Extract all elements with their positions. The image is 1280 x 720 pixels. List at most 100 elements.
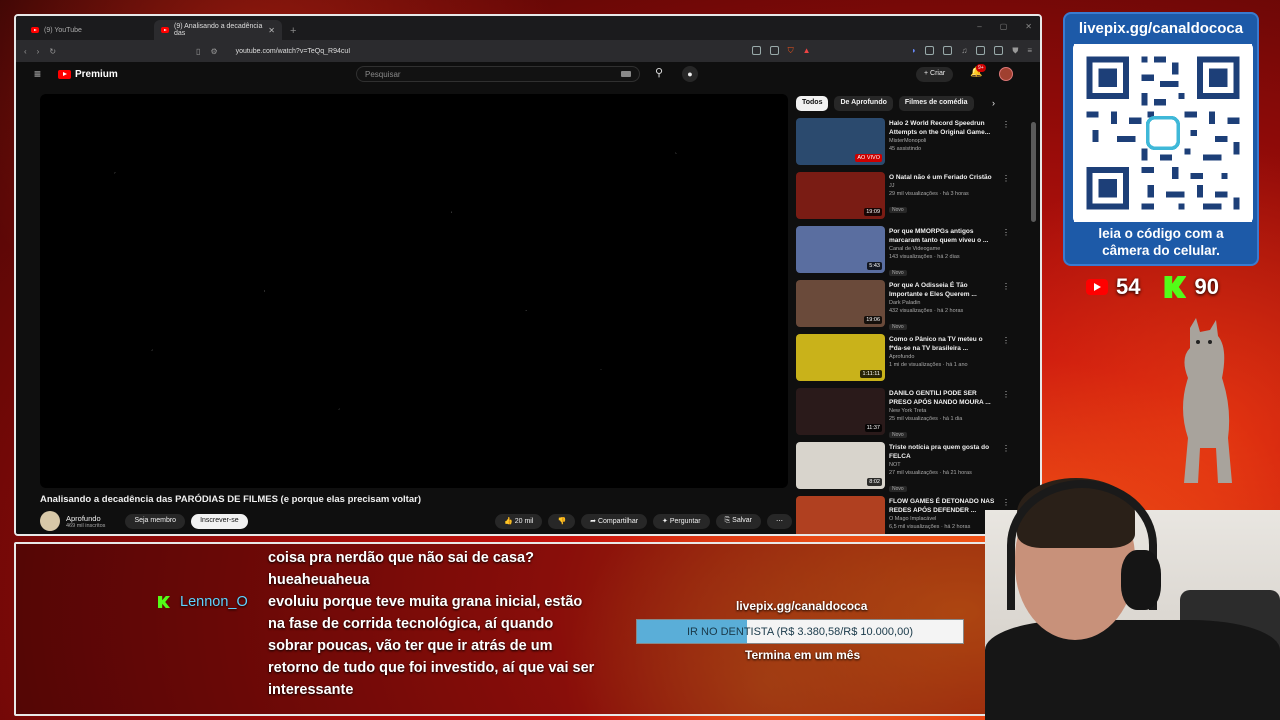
- more-actions-icon[interactable]: ⋯: [767, 513, 792, 529]
- recommendation-thumbnail[interactable]: 11:37: [796, 388, 885, 435]
- more-options-icon[interactable]: ⋮: [1002, 390, 1010, 399]
- recommendation-channel[interactable]: O Mago Implacável: [889, 515, 997, 523]
- recommendation-thumbnail[interactable]: AO VIVO: [796, 118, 885, 165]
- tab-youtube-home[interactable]: (9) YouTube: [24, 20, 152, 40]
- filter-chips: Todos De Aprofundo Filmes de comédia: [796, 96, 974, 111]
- brave-shield-icon[interactable]: ⛉: [788, 46, 794, 56]
- forward-icon[interactable]: ›: [37, 47, 40, 56]
- recommendation-title[interactable]: Como o Pânico na TV meteu o f*da-se na T…: [889, 335, 997, 353]
- share-icon[interactable]: [769, 46, 779, 55]
- speaker-icon[interactable]: ◗: [911, 46, 916, 56]
- notifications-bell-icon[interactable]: 🔔 9+: [970, 64, 986, 78]
- chip-todos[interactable]: Todos: [796, 96, 829, 111]
- bookmark-icon[interactable]: ▯: [196, 47, 200, 56]
- duration-badge: 19:06: [864, 316, 882, 324]
- recommendation-title[interactable]: O Natal não é um Feriado Cristão: [889, 173, 997, 182]
- recommendation-channel[interactable]: NOT: [889, 461, 997, 469]
- recommendation-thumbnail[interactable]: 8:02: [796, 442, 885, 489]
- subscribe-button[interactable]: Inscrever-se: [191, 513, 248, 529]
- new-tab-button[interactable]: +: [284, 25, 302, 37]
- more-options-icon[interactable]: ⋮: [1002, 336, 1010, 345]
- chevron-right-icon[interactable]: ›: [992, 98, 995, 108]
- share-button[interactable]: ➦ Compartilhar: [581, 513, 648, 529]
- tabs-icon[interactable]: [994, 46, 1004, 55]
- extensions-icon[interactable]: [925, 46, 935, 55]
- recommendation-item[interactable]: 11:37 DANILO GENTILI PODE SER PRESO APÓS …: [796, 388, 1010, 442]
- more-options-icon[interactable]: ⋮: [1002, 120, 1010, 129]
- save-button[interactable]: ⎘ Salvar: [715, 513, 761, 529]
- menu-icon[interactable]: ≡: [1027, 46, 1032, 56]
- reload-icon[interactable]: ↻: [49, 47, 56, 56]
- join-button[interactable]: Seja membro: [125, 513, 186, 529]
- recommendation-title[interactable]: Triste notícia pra quem gosta do FELCA: [889, 443, 997, 461]
- close-window-icon[interactable]: ✕: [1025, 22, 1032, 31]
- dislike-button[interactable]: 👎: [548, 513, 576, 529]
- more-options-icon[interactable]: ⋮: [1002, 282, 1010, 291]
- recommendation-item[interactable]: 19:06 Por que A Odisseia É Tão Importante…: [796, 280, 1010, 334]
- chip-filmes-de-comedia[interactable]: Filmes de comédia: [898, 96, 974, 111]
- recommendation-thumbnail[interactable]: 1:11:11: [796, 334, 885, 381]
- scrollbar[interactable]: [1031, 122, 1036, 222]
- vpn-icon[interactable]: ⛊: [1012, 46, 1018, 56]
- ask-button[interactable]: ✦ Perguntar: [653, 513, 710, 529]
- recommendation-thumbnail[interactable]: 5:43: [796, 226, 885, 273]
- channel-avatar[interactable]: [40, 511, 60, 531]
- kick-logo-icon: [158, 596, 170, 608]
- minimize-icon[interactable]: –: [977, 22, 981, 31]
- more-options-icon[interactable]: ⋮: [1002, 228, 1010, 237]
- recommendation-title[interactable]: DANILO GENTILI PODE SER PRESO APÓS NANDO…: [889, 389, 997, 407]
- close-tab-icon[interactable]: ✕: [268, 26, 275, 35]
- recommendation-title[interactable]: Por que A Odisseia É Tão Importante e El…: [889, 281, 997, 299]
- recommendation-channel[interactable]: New York Treta: [889, 407, 997, 415]
- site-info-icon[interactable]: ⚙: [210, 47, 217, 56]
- music-icon[interactable]: ♫: [961, 46, 967, 56]
- hamburger-menu-icon[interactable]: ≡: [34, 67, 48, 81]
- recommendation-channel[interactable]: JJ: [889, 182, 997, 190]
- recommendation-channel[interactable]: MisterMonopoli: [889, 137, 997, 145]
- notification-badge: 9+: [976, 64, 986, 72]
- recommendation-item[interactable]: AO VIVO Halo 2 World Record Speedrun Atte…: [796, 118, 1010, 172]
- recommendation-item[interactable]: 19:09 O Natal não é um Feriado Cristão JJ 2…: [796, 172, 1010, 226]
- recommendation-channel[interactable]: Aprofundo: [889, 353, 997, 361]
- recommendation-meta: 432 visualizações · há 2 horas: [889, 308, 964, 314]
- keyboard-icon[interactable]: [621, 71, 631, 77]
- back-icon[interactable]: ‹: [24, 47, 27, 56]
- channel-name[interactable]: Aprofundo: [66, 514, 105, 523]
- recommendation-channel[interactable]: Dark Paladin: [889, 299, 997, 307]
- recommendation-info: Por que A Odisseia É Tão Importante e El…: [889, 281, 997, 333]
- search-input[interactable]: Pesquisar: [356, 66, 640, 82]
- tab-current-video[interactable]: (9) Analisando a decadência das ✕: [154, 20, 282, 40]
- recommendation-item[interactable]: 1:11:11 Como o Pânico na TV meteu o f*da-…: [796, 334, 1010, 388]
- recommendation-item[interactable]: 8:02 Triste notícia pra quem gosta do FEL…: [796, 442, 1010, 496]
- youtube-logo-icon: [58, 69, 71, 79]
- rewards-icon[interactable]: ▲: [803, 46, 811, 56]
- goal-footer: Termina em um mês: [745, 648, 861, 662]
- youtube-logo[interactable]: Premium: [58, 69, 118, 80]
- like-button[interactable]: 👍 20 mil: [495, 513, 543, 529]
- more-options-icon[interactable]: ⋮: [1002, 444, 1010, 453]
- recommendation-thumbnail[interactable]: 19:09: [796, 172, 885, 219]
- recommendation-item[interactable]: 5:43 Por que MMORPGs antigos marcaram tan…: [796, 226, 1010, 280]
- recommendation-title[interactable]: Halo 2 World Record Speedrun Attempts on…: [889, 119, 997, 137]
- wallet-icon[interactable]: [943, 46, 953, 55]
- recommendation-title[interactable]: Por que MMORPGs antigos marcaram tanto q…: [889, 227, 997, 245]
- video-player[interactable]: [40, 94, 788, 488]
- sidebar-icon[interactable]: [976, 46, 986, 55]
- more-options-icon[interactable]: ⋮: [1002, 174, 1010, 183]
- window-controls: – ▢ ✕: [977, 22, 1032, 31]
- cast-icon[interactable]: [751, 46, 761, 55]
- recommendation-thumbnail[interactable]: [796, 496, 885, 534]
- recommendation-thumbnail[interactable]: 19:06: [796, 280, 885, 327]
- recommendation-item[interactable]: FLOW GAMES É DETONADO NAS REDES APÓS DEF…: [796, 496, 1010, 534]
- recommendation-channel[interactable]: Canal de Videogame: [889, 245, 997, 253]
- create-button[interactable]: + Criar: [916, 67, 954, 82]
- new-badge: Novo: [889, 270, 907, 276]
- microphone-icon[interactable]: ●: [682, 66, 698, 82]
- search-icon[interactable]: ⚲: [648, 66, 670, 82]
- recommendation-title[interactable]: FLOW GAMES É DETONADO NAS REDES APÓS DEF…: [889, 497, 997, 515]
- chip-de-aprofundo[interactable]: De Aprofundo: [834, 96, 893, 111]
- url-field[interactable]: youtube.com/watch?v=TeQq_R94cuI: [236, 48, 351, 55]
- avatar[interactable]: [999, 67, 1013, 81]
- maximize-icon[interactable]: ▢: [1000, 22, 1008, 31]
- new-badge: Novo: [889, 486, 907, 492]
